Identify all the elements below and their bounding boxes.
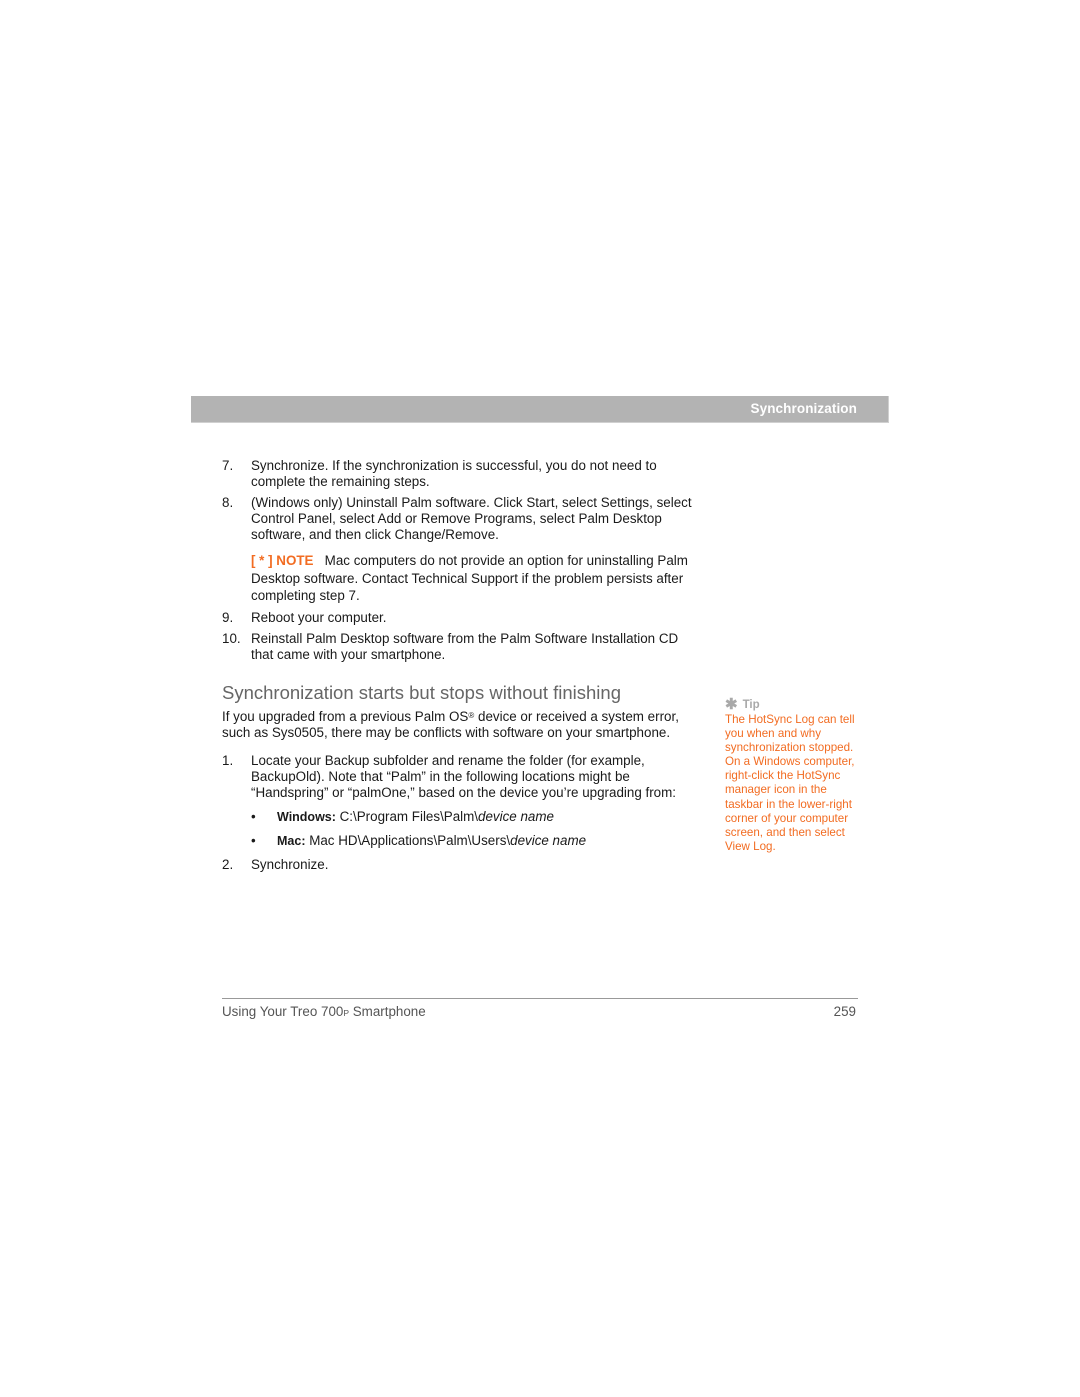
step-text: (Windows only) Uninstall Palm software. …: [251, 495, 692, 542]
step-text: Reboot your computer.: [251, 609, 387, 625]
note-text: Mac computers do not provide an option f…: [251, 553, 688, 603]
bullet-path: C:\Program Files\Palm\: [335, 808, 479, 824]
section-header-bar: Synchronization: [191, 396, 889, 423]
note-box: [ * ] NOTE Mac computers do not provide …: [222, 552, 697, 605]
step-number: 8.: [222, 495, 234, 510]
footer-title-text-end: Smartphone: [349, 1004, 426, 1019]
list-item: 7. Synchronize. If the synchronization i…: [222, 458, 697, 490]
list-item: 1. Locate your Backup subfolder and rena…: [222, 753, 697, 801]
section-intro: If you upgraded from a previous Palm OS®…: [222, 709, 697, 741]
step-number: 9.: [222, 609, 234, 625]
bullet-icon: •: [251, 808, 256, 824]
footer-title: Using Your Treo 700P Smartphone: [222, 1004, 426, 1019]
step-text: Synchronize. If the synchronization is s…: [251, 458, 657, 489]
step-number: 7.: [222, 458, 234, 473]
tip-header: ✱ Tip: [725, 696, 860, 713]
section-header-title: Synchronization: [750, 401, 857, 416]
step-number: 2.: [222, 856, 234, 872]
registered-mark: ®: [468, 710, 475, 720]
tip-text: The HotSync Log can tell you when and wh…: [725, 713, 855, 853]
list-item: 10. Reinstall Palm Desktop software from…: [222, 631, 697, 663]
bullet-label: Windows:: [277, 809, 336, 824]
bullet-item-windows: • Windows: C:\Program Files\Palm\device …: [222, 809, 697, 825]
section-heading: Synchronization starts but stops without…: [222, 681, 621, 703]
bullet-icon: •: [251, 832, 256, 848]
tip-sidebar: ✱ Tip The HotSync Log can tell you when …: [725, 696, 860, 854]
step-number: 1.: [222, 752, 234, 768]
step-text: Locate your Backup subfolder and rename …: [251, 752, 677, 800]
step-number: 10.: [222, 630, 241, 646]
list-item: 8. (Windows only) Uninstall Palm softwar…: [222, 495, 697, 543]
bullet-path: Mac HD\Applications\Palm\Users\: [305, 832, 511, 848]
footer-divider: [222, 998, 858, 999]
bullet-path-italic: device name: [510, 832, 587, 848]
bullet-label: Mac:: [277, 833, 306, 848]
step-text: Synchronize.: [251, 856, 329, 872]
bullet-item-mac: • Mac: Mac HD\Applications\Palm\Users\de…: [222, 833, 697, 849]
list-item: 2. Synchronize.: [222, 857, 697, 873]
page-number: 259: [833, 1004, 856, 1019]
step-text: Reinstall Palm Desktop software from the…: [251, 630, 679, 662]
tip-label: Tip: [742, 699, 760, 711]
main-content: 7. Synchronize. If the synchronization i…: [222, 458, 697, 878]
footer-title-text: Using Your Treo 700: [222, 1004, 344, 1019]
bullet-path-italic: device name: [478, 808, 554, 824]
list-item: 9. Reboot your computer.: [222, 610, 697, 626]
asterisk-icon: ✱: [725, 696, 738, 713]
note-tag: [ * ] NOTE: [251, 553, 314, 568]
intro-text: If you upgraded from a previous Palm OS: [222, 708, 469, 724]
